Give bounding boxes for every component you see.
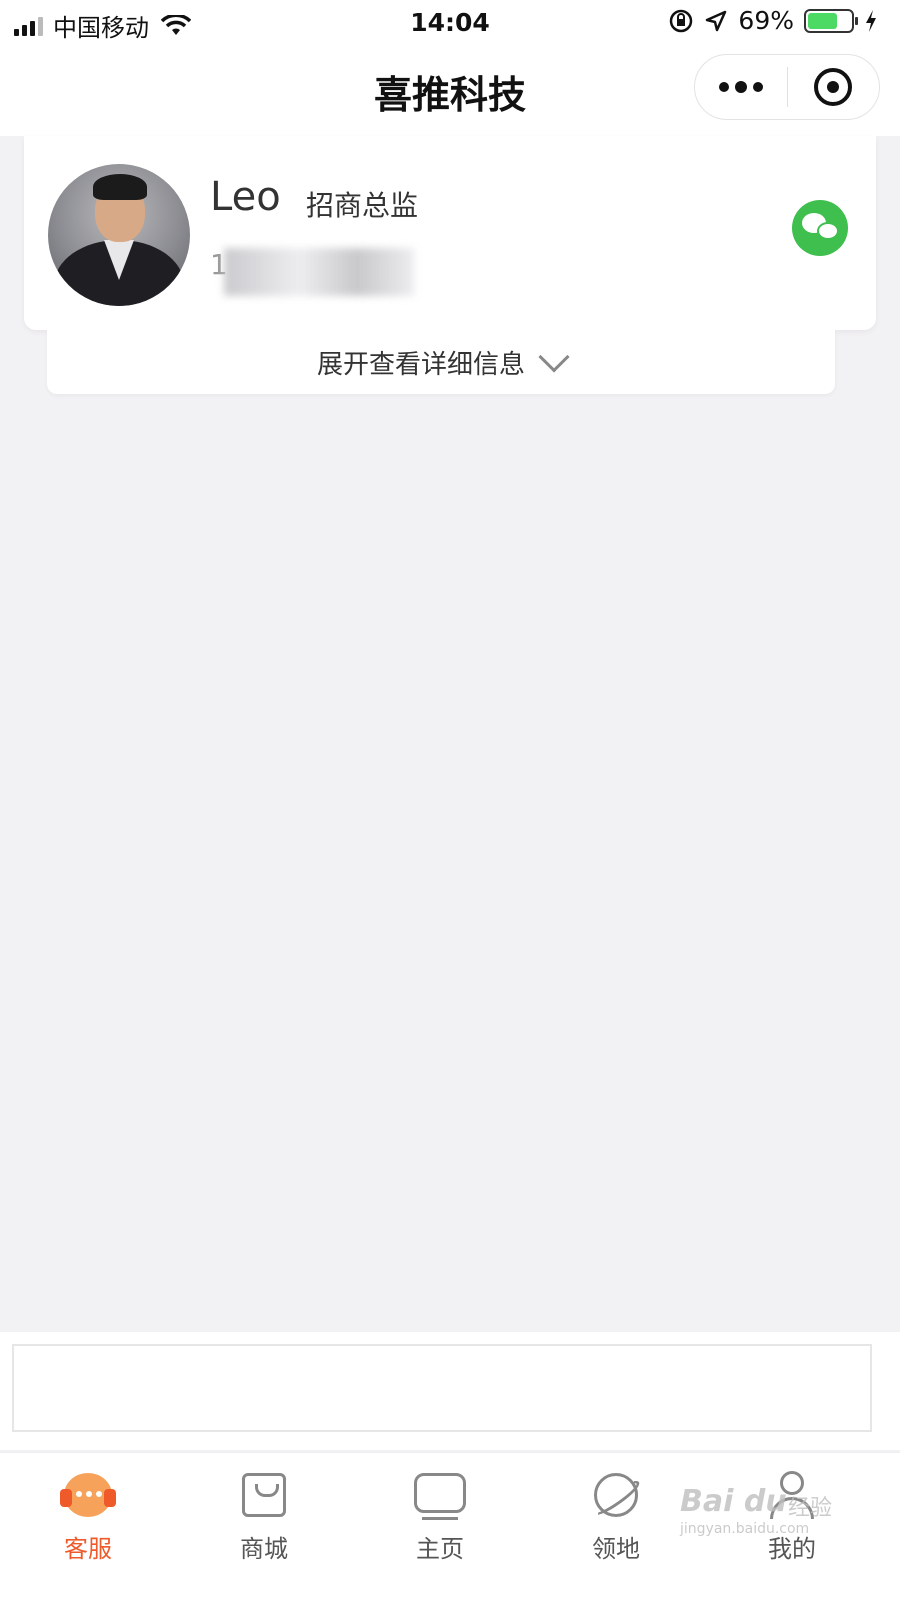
chevron-down-icon [538, 341, 570, 373]
battery-icon [804, 8, 858, 33]
profile-card: Leo 招商总监 1 [24, 136, 876, 330]
tab-home[interactable]: 主页 [352, 1453, 528, 1600]
customer-service-icon [60, 1469, 116, 1521]
tab-label: 商城 [240, 1535, 288, 1563]
rotation-lock-icon [670, 9, 693, 32]
planet-icon [588, 1469, 644, 1521]
tab-label: 领地 [592, 1535, 640, 1563]
expand-details-button[interactable]: 展开查看详细信息 [47, 330, 835, 394]
tv-icon [412, 1469, 468, 1521]
close-mini-program-button[interactable] [788, 55, 880, 119]
contact-job-title: 招商总监 [306, 189, 419, 222]
avatar[interactable] [48, 164, 190, 306]
more-dots-icon [718, 82, 729, 92]
tab-territory[interactable]: 领地 [528, 1453, 704, 1600]
mini-program-capsule [694, 54, 880, 120]
wechat-button[interactable] [792, 200, 848, 256]
nav-bar: 喜推科技 [0, 48, 900, 136]
baidu-watermark: Bai du 经验 jingyan.baidu.com [680, 1484, 860, 1544]
watermark-extra: 经验 [788, 1496, 833, 1521]
tab-label: 客服 [64, 1535, 112, 1563]
watermark-brand: Bai du [680, 1484, 787, 1519]
expand-details-label: 展开查看详细信息 [316, 349, 525, 380]
status-bar: 中国移动 14:04 69% [0, 0, 900, 48]
contact-phone[interactable]: 1 [210, 248, 420, 298]
tab-label: 主页 [416, 1535, 464, 1563]
message-input-area [0, 1332, 900, 1450]
status-right: 69% [668, 6, 878, 35]
phone-redaction [224, 248, 414, 296]
charging-bolt-icon [866, 9, 876, 32]
tab-customer-service[interactable]: 客服 [0, 1453, 176, 1600]
watermark-url: jingyan.baidu.com [680, 1521, 810, 1537]
contact-name: Leo [210, 174, 281, 220]
location-arrow-icon [706, 10, 727, 31]
tab-mall[interactable]: 商城 [176, 1453, 352, 1600]
more-button[interactable] [695, 55, 787, 119]
shopping-bag-icon [236, 1469, 292, 1521]
message-input[interactable] [12, 1344, 872, 1432]
battery-percent: 69% [738, 6, 794, 35]
target-circle-icon [814, 68, 853, 106]
